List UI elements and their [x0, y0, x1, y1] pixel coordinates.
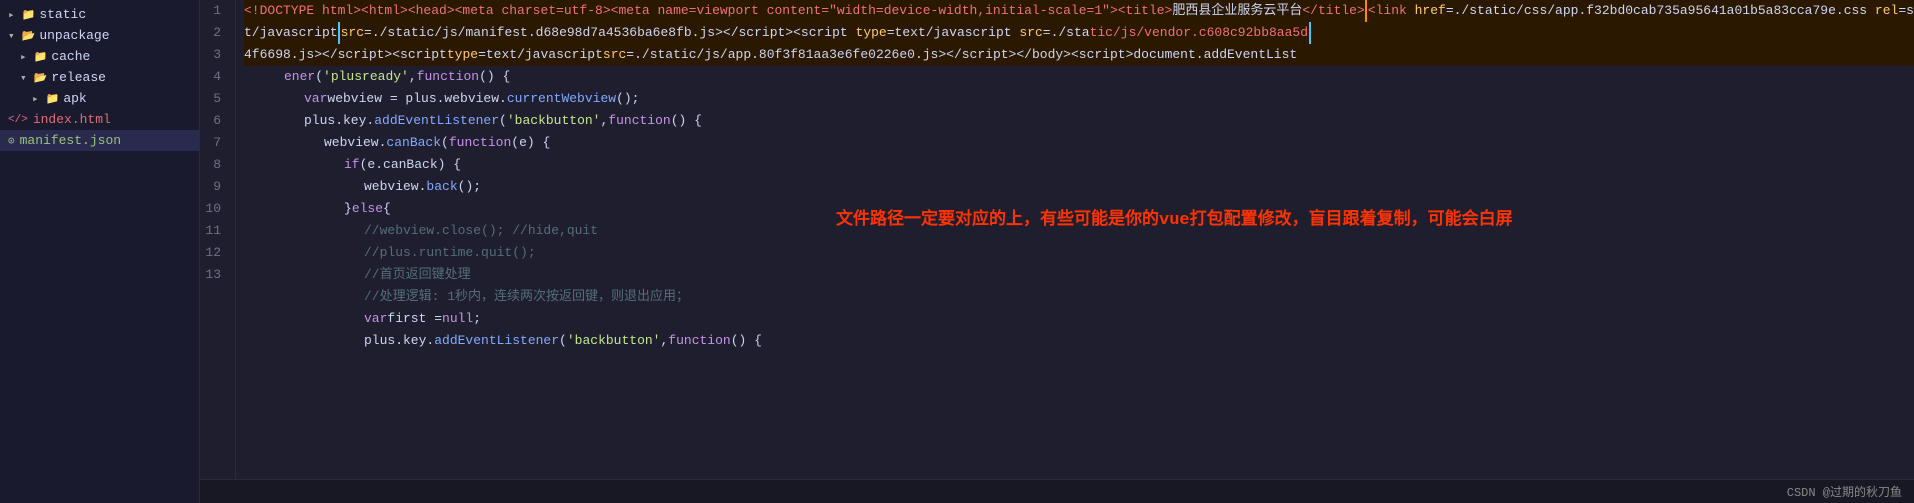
chevron-down-icon: [8, 29, 18, 43]
code-line-1: <!DOCTYPE html><html><head><meta charset…: [244, 0, 1914, 22]
sidebar-item-index-html[interactable]: </> index.html: [0, 109, 199, 130]
line-num-11: 11: [200, 220, 227, 242]
line-numbers: 1 2 3 4 5 6 7 8 9 10 11 12 13: [200, 0, 236, 479]
line-num-10: 10: [200, 198, 227, 220]
line-num-8: 8: [200, 154, 227, 176]
folder-icon-apk: 📁: [46, 92, 60, 106]
line-num-4: 4: [200, 66, 227, 88]
chevron-down-icon-release: [20, 71, 30, 85]
code-line-14: plus.key.addEventListener('backbutton', …: [244, 330, 1914, 352]
code-line-4: plus.key.addEventListener('backbutton', …: [244, 110, 1914, 132]
chevron-right-icon-cache: [20, 50, 30, 64]
status-text: CSDN @过期的秋刀鱼: [1787, 483, 1902, 500]
code-line-5: webview.canBack(function(e) {: [244, 132, 1914, 154]
editor-area: 1 2 3 4 5 6 7 8 9 10 11 12 13 ➜ ➜ <!DOCT…: [200, 0, 1914, 503]
sidebar-label-cache: cache: [51, 49, 90, 64]
sidebar-item-unpackage[interactable]: 📂 unpackage: [0, 25, 199, 46]
sidebar-label-release: release: [51, 70, 106, 85]
sidebar-item-release[interactable]: 📂 release: [0, 67, 199, 88]
sidebar-item-cache[interactable]: 📁 cache: [0, 46, 199, 67]
line-num-13: 13: [200, 264, 227, 286]
sidebar-item-apk[interactable]: 📁 apk: [0, 88, 199, 109]
line-num-9: 9: [200, 176, 227, 198]
code-line-10: //plus.runtime.quit();: [244, 242, 1914, 264]
code-line-9: //webview.close(); //hide,quit: [244, 220, 1914, 242]
code-line-7: webview.back();: [244, 176, 1914, 198]
sidebar-label-index-html: index.html: [33, 112, 111, 127]
folder-icon-cache: 📁: [34, 50, 48, 64]
sidebar-label-manifest-json: manifest.json: [20, 133, 121, 148]
sidebar-label-apk: apk: [63, 91, 86, 106]
code-container: 1 2 3 4 5 6 7 8 9 10 11 12 13 ➜ ➜ <!DOCT…: [200, 0, 1914, 479]
code-line-1c: 4f6698.js></script><script type=text/jav…: [244, 44, 1914, 66]
sidebar-item-static[interactable]: 📁 static: [0, 4, 199, 25]
code-line-13: var first = null;: [244, 308, 1914, 330]
line-num-5: 5: [200, 88, 227, 110]
chevron-right-icon: [8, 8, 18, 22]
line-num-1: 1: [200, 0, 227, 22]
sidebar-item-manifest-json[interactable]: ⊙ manifest.json: [0, 130, 199, 151]
html-file-icon: </>: [8, 114, 28, 126]
line-num-2: 2: [200, 22, 227, 44]
status-bar: CSDN @过期的秋刀鱼: [200, 479, 1914, 503]
folder-icon-release: 📂: [34, 71, 48, 85]
code-line-11: //首页返回键处理: [244, 264, 1914, 286]
line-num-7: 7: [200, 132, 227, 154]
folder-icon: 📁: [22, 8, 36, 22]
code-line-8: } else {: [244, 198, 1914, 220]
code-line-2: ener('plusready', function() {: [244, 66, 1914, 88]
folder-icon-unpackage: 📂: [22, 29, 36, 43]
code-line-3: var webview = plus.webview.currentWebvie…: [244, 88, 1914, 110]
code-line-1b: t/javascript src=./static/js/manifest.d6…: [244, 22, 1914, 44]
json-file-icon: ⊙: [8, 134, 15, 148]
code-line-12: //处理逻辑: 1秒内，连续两次按返回键，则退出应用；: [244, 286, 1914, 308]
line-num-3: 3: [200, 44, 227, 66]
chevron-right-icon-apk: [32, 92, 42, 106]
sidebar-label-unpackage: unpackage: [39, 28, 109, 43]
code-lines: ➜ ➜ <!DOCTYPE html><html><head><meta cha…: [236, 0, 1914, 479]
sidebar-label-static: static: [39, 7, 86, 22]
file-explorer: 📁 static 📂 unpackage 📁 cache 📂 release 📁…: [0, 0, 200, 503]
line-num-6: 6: [200, 110, 227, 132]
code-line-6: if (e.canBack) {: [244, 154, 1914, 176]
line-num-12: 12: [200, 242, 227, 264]
